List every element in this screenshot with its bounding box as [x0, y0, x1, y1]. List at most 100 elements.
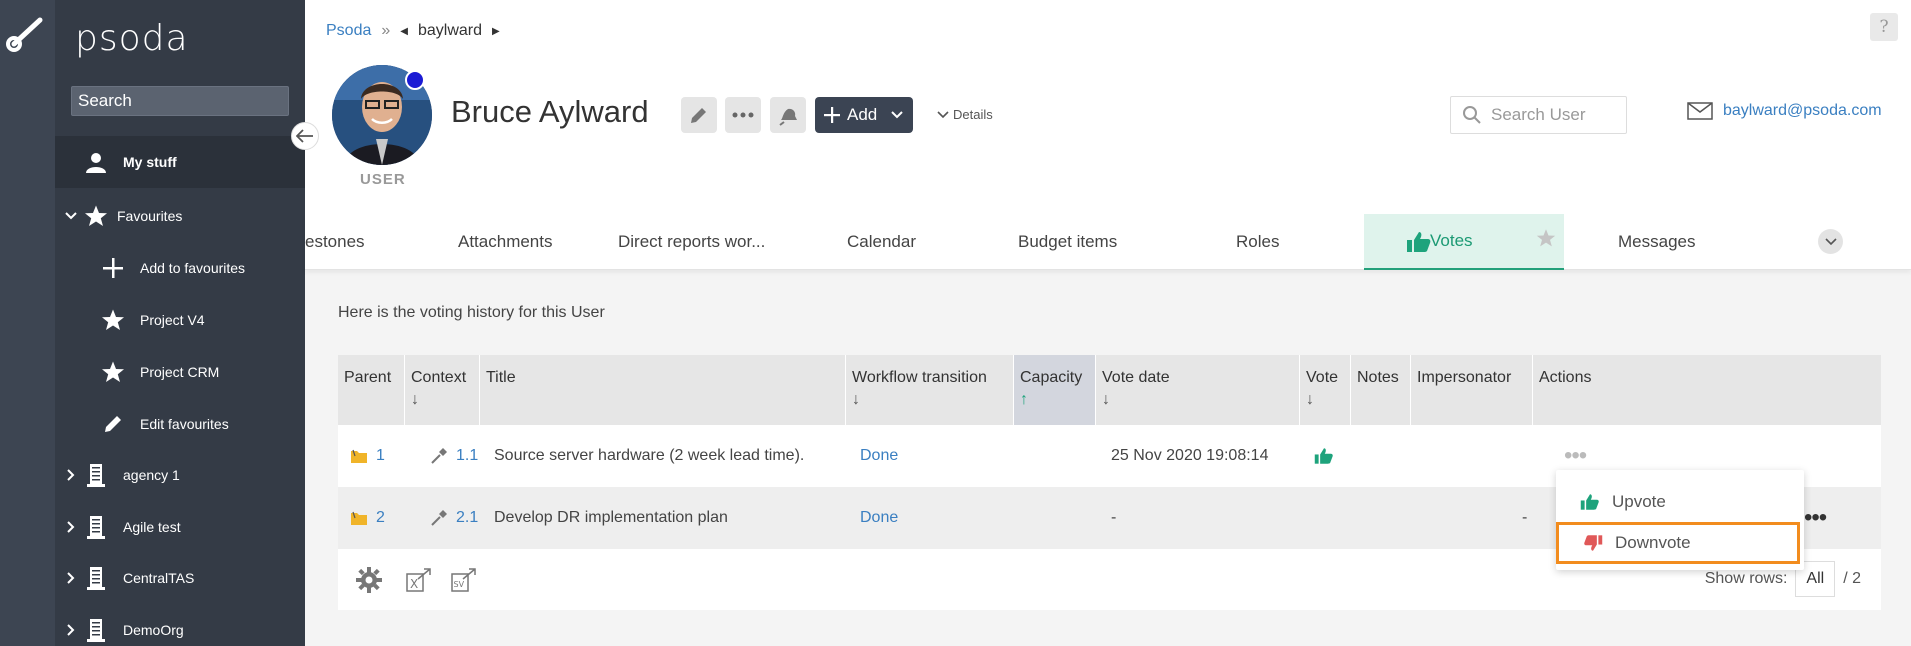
workflow-link[interactable]: Done — [860, 487, 898, 549]
pencil-icon — [100, 411, 126, 437]
sidebar-item-add-to-favourites[interactable]: Add to favourites — [55, 242, 305, 294]
export-excel-icon[interactable]: X — [406, 567, 432, 593]
shovel-icon — [431, 510, 447, 526]
tab-votes[interactable]: Votes — [1364, 214, 1564, 270]
sidebar-item-label: Project V4 — [140, 312, 205, 328]
sidebar-item-label: DemoOrg — [123, 622, 184, 638]
export-csv-icon[interactable]: SV — [451, 567, 477, 593]
sidebar-item-label: Add to favourites — [140, 260, 246, 276]
psoda-brand-icon[interactable] — [4, 12, 46, 54]
context-link[interactable]: 1.1 — [456, 447, 478, 465]
sidebar-item-org[interactable]: DemoOrg — [55, 604, 305, 646]
tab-budget-items[interactable]: Budget items — [1018, 214, 1117, 270]
sidebar: psoda My stuff Favourites Add to favouri… — [55, 0, 305, 646]
chevron-down-icon[interactable] — [63, 212, 79, 220]
column-header-title[interactable]: Title — [480, 355, 846, 425]
sidebar-item-my-stuff[interactable]: My stuff — [55, 136, 305, 188]
chevron-right-icon[interactable] — [63, 469, 79, 481]
chevron-right-icon[interactable] — [63, 521, 79, 533]
details-toggle[interactable]: Details — [937, 107, 993, 122]
sidebar-item-label: CentralTAS — [123, 570, 195, 586]
sort-arrow-icon: ↓ — [411, 391, 419, 408]
column-header-impersonator[interactable]: Impersonator — [1411, 355, 1533, 425]
collapse-sidebar-button[interactable] — [291, 122, 319, 150]
more-options-button[interactable] — [725, 97, 761, 133]
add-button[interactable]: Add — [815, 97, 913, 133]
app-rail — [0, 0, 55, 646]
column-header-workflow[interactable]: Workflow transition ↓ — [846, 355, 1014, 425]
user-name: Bruce Aylward — [451, 94, 649, 129]
parent-link[interactable]: 1 — [376, 447, 385, 465]
help-button[interactable]: ? — [1870, 13, 1898, 41]
parent-cell[interactable]: 2 — [350, 487, 385, 549]
column-header-capacity[interactable]: Capacity ↑ — [1014, 355, 1096, 425]
prev-arrow-icon[interactable]: ◀ — [400, 26, 408, 37]
add-button-label: Add — [847, 105, 878, 124]
sidebar-search-input[interactable] — [71, 86, 289, 116]
upvote-label: Upvote — [1612, 492, 1666, 511]
edit-button[interactable] — [681, 97, 717, 133]
column-header-actions: Actions — [1539, 369, 1592, 386]
sidebar-item-org[interactable]: CentralTAS — [55, 552, 305, 604]
breadcrumb-separator: » — [381, 22, 391, 39]
context-cell[interactable]: 2.1 — [430, 487, 478, 549]
row-actions-button[interactable]: ••• — [1804, 487, 1827, 549]
search-user-field[interactable] — [1450, 96, 1627, 134]
chevron-right-icon[interactable] — [63, 624, 79, 636]
tab-label: Votes — [1430, 231, 1473, 250]
parent-cell[interactable]: 1 — [350, 425, 385, 487]
sidebar-item-favourites[interactable]: Favourites — [55, 190, 305, 242]
context-link[interactable]: 2.1 — [456, 509, 478, 527]
column-header-vote[interactable]: Vote ↓ — [1300, 355, 1351, 425]
intro-text: Here is the voting history for this User — [338, 304, 605, 321]
next-arrow-icon[interactable]: ▶ — [492, 26, 500, 37]
tab-label: Attachments — [458, 232, 553, 251]
sort-arrow-icon: ↓ — [1306, 391, 1314, 408]
tab-attachments[interactable]: Attachments — [458, 214, 553, 270]
tab-direct-reports[interactable]: Direct reports wor... — [618, 214, 765, 270]
star-icon — [100, 359, 126, 385]
gear-icon[interactable] — [356, 567, 382, 593]
breadcrumb: Psoda » ◀ baylward ▶ — [326, 22, 500, 40]
building-icon — [83, 514, 109, 540]
star-icon[interactable] — [1536, 228, 1556, 248]
upvote-menu-item[interactable]: Upvote — [1556, 482, 1804, 522]
column-header-parent[interactable]: Parent — [338, 355, 405, 425]
parent-link[interactable]: 2 — [376, 509, 385, 527]
sidebar-item-org[interactable]: Agile test — [55, 501, 305, 553]
workflow-link[interactable]: Done — [860, 425, 898, 487]
sidebar-item-label: Favourites — [117, 208, 183, 224]
column-header-context[interactable]: Context ↓ — [405, 355, 480, 425]
tab-milestones[interactable]: estones — [305, 214, 365, 270]
downvote-menu-item[interactable]: Downvote — [1556, 522, 1800, 564]
more-tabs-button[interactable] — [1818, 229, 1843, 254]
show-rows-label: Show rows: — [1704, 570, 1788, 587]
notify-button[interactable] — [770, 97, 806, 133]
svg-text:SV: SV — [454, 580, 465, 589]
search-user-input[interactable] — [1491, 105, 1621, 125]
tab-label: Calendar — [847, 232, 916, 251]
folder-icon — [351, 449, 367, 463]
sidebar-item-project-v4[interactable]: Project V4 — [55, 294, 305, 346]
context-cell[interactable]: 1.1 — [430, 425, 478, 487]
folder-icon — [351, 511, 367, 525]
vote-date-cell: - — [1111, 509, 1117, 526]
tab-calendar[interactable]: Calendar — [847, 214, 916, 270]
thumbs-up-icon — [1580, 494, 1599, 510]
breadcrumb-root-link[interactable]: Psoda — [326, 22, 371, 40]
tab-roles[interactable]: Roles — [1236, 214, 1279, 270]
plus-icon — [824, 107, 840, 123]
sidebar-item-project-crm[interactable]: Project CRM — [55, 346, 305, 398]
chevron-right-icon[interactable] — [63, 572, 79, 584]
sidebar-item-org[interactable]: agency 1 — [55, 449, 305, 501]
sidebar-item-edit-favourites[interactable]: Edit favourites — [55, 398, 305, 450]
online-status-indicator — [405, 70, 425, 90]
star-icon — [100, 307, 126, 333]
column-header-notes[interactable]: Notes — [1351, 355, 1411, 425]
email-link[interactable]: baylward@psoda.com — [1687, 102, 1882, 120]
total-rows: / 2 — [1843, 570, 1861, 587]
tab-messages[interactable]: Messages — [1618, 214, 1695, 270]
tab-label: Direct reports wor... — [618, 232, 766, 251]
building-icon — [83, 565, 109, 591]
column-header-vote-date[interactable]: Vote date ↓ — [1096, 355, 1300, 425]
